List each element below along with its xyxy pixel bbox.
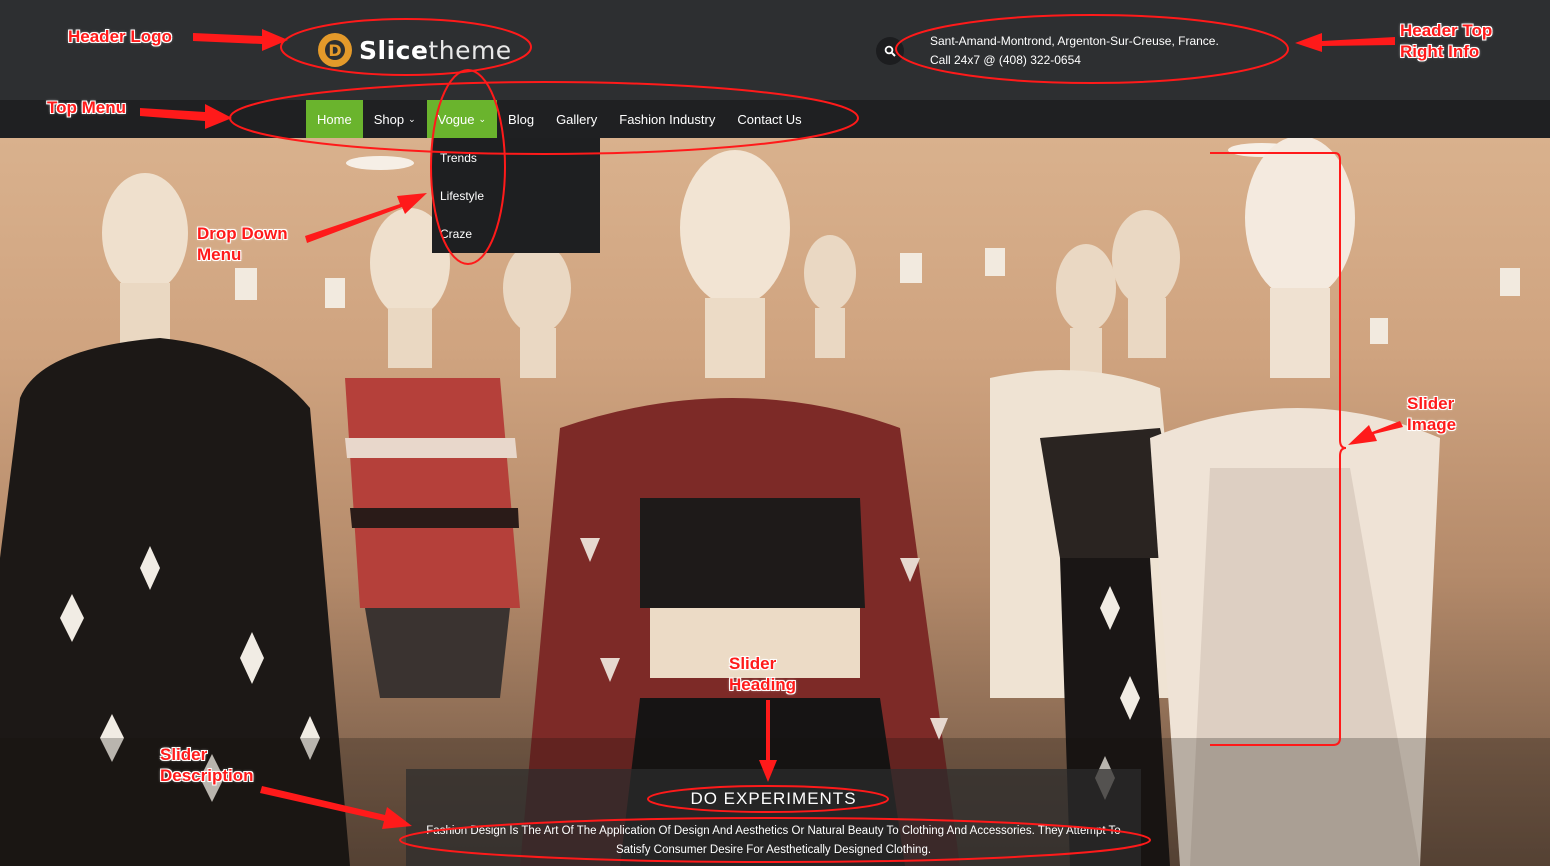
dropdown-item-craze[interactable]: Craze [432,215,600,253]
header-phone: Call 24x7 @ (408) 322-0654 [930,53,1081,67]
chevron-down-icon: ⌄ [478,113,487,124]
slider-heading: DO EXPERIMENTS [690,789,857,808]
annotation-slider-heading: Slider Heading [729,654,797,694]
dropdown-item-trends[interactable]: Trends [432,138,600,177]
slider-caption: DO EXPERIMENTS Fashion Design Is The Art… [406,769,1141,866]
search-button[interactable] [876,37,904,65]
nav-item-home[interactable]: Home [306,100,363,138]
annotation-header-logo: Header Logo [68,27,172,46]
nav-item-contact-us[interactable]: Contact Us [726,100,812,138]
logo-icon: D [318,33,352,67]
annotation-drop-down: Drop Down Menu [197,224,288,264]
nav-item-blog[interactable]: Blog [497,100,545,138]
nav-item-fashion-industry[interactable]: Fashion Industry [608,100,726,138]
annotation-slider-image: Slider Image [1407,394,1457,434]
logo-text: Slicetheme [359,35,512,65]
nav-item-vogue[interactable]: Vogue ⌄ [426,100,498,138]
search-icon [884,45,896,57]
header-top-right-info: Sant-Amand-Montrond, Argenton-Sur-Creuse… [930,32,1219,70]
header-address: Sant-Amand-Montrond, Argenton-Sur-Creuse… [930,34,1219,48]
site-header: D Slicetheme Sant-Amand-Montrond, Argent… [0,0,1550,100]
vogue-dropdown-menu: Trends Lifestyle Craze [432,138,600,253]
slider-description: Fashion Design Is The Art Of The Applica… [426,825,1121,856]
top-menu: Home Shop ⌄ Vogue ⌄ Blog Gallery Fashion I… [0,100,1550,138]
nav-item-gallery[interactable]: Gallery [545,100,608,138]
annotation-slider-description: Slider Description [160,745,254,785]
dropdown-item-lifestyle[interactable]: Lifestyle [432,177,600,215]
annotation-header-info: Header Top Right Info [1400,21,1493,61]
annotation-top-menu: Top Menu [47,98,126,117]
chevron-down-icon: ⌄ [408,113,416,124]
nav-item-shop[interactable]: Shop ⌄ [363,100,427,138]
header-logo[interactable]: D Slicetheme [318,33,512,67]
